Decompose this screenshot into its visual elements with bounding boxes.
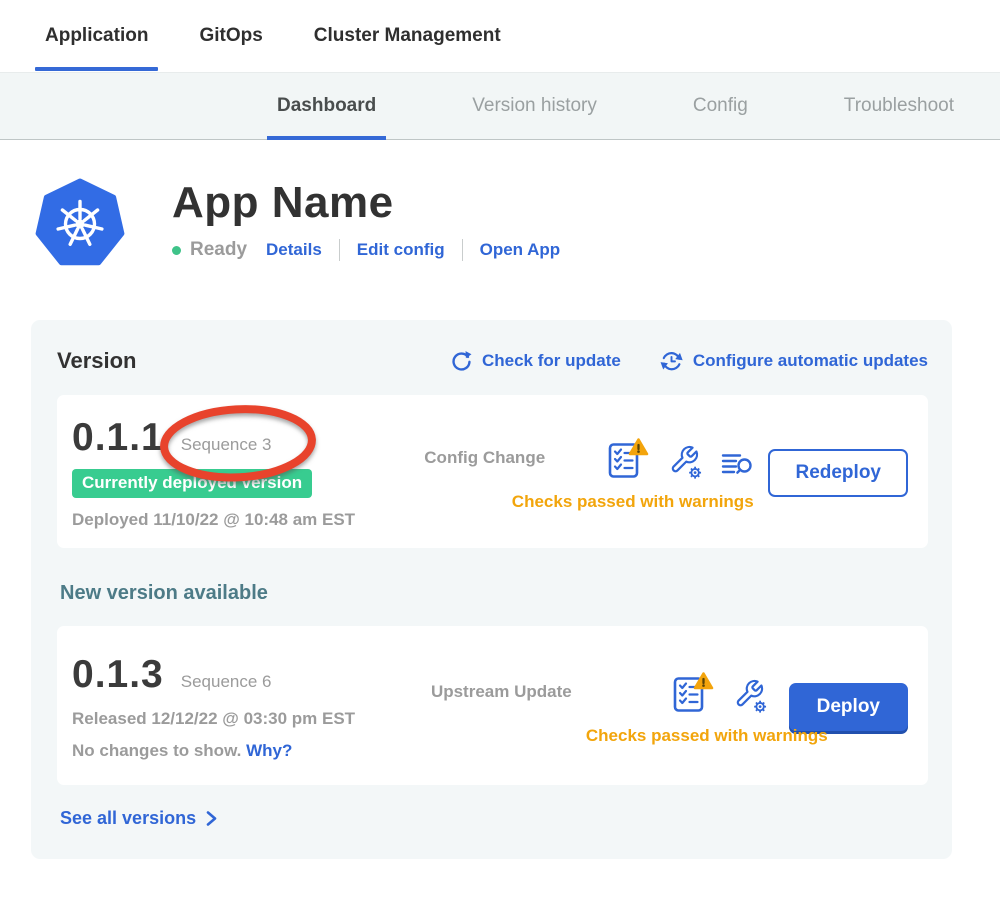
version-source-label: Upstream Update: [431, 682, 572, 702]
edit-config-link[interactable]: Edit config: [357, 240, 445, 260]
current-version-number: 0.1.1: [72, 416, 164, 460]
version-card-header: Version Check for update Configure autom…: [57, 348, 928, 374]
tab-troubleshoot[interactable]: Troubleshoot: [796, 73, 1000, 139]
new-version-status: Upstream Update: [417, 667, 781, 746]
app-status-row: Ready Details Edit config Open App: [172, 239, 560, 261]
new-version-number: 0.1.3: [72, 653, 164, 697]
new-version-info: 0.1.3 Sequence 6 Released 12/12/22 @ 03:…: [72, 653, 417, 761]
app-status: Ready: [190, 239, 247, 261]
see-all-versions-link[interactable]: See all versions: [60, 808, 218, 829]
why-link[interactable]: Why?: [246, 741, 292, 760]
deployed-timestamp: Deployed 11/10/22 @ 10:48 am EST: [72, 510, 417, 530]
checks-status: Checks passed with warnings: [512, 492, 754, 512]
divider: [462, 239, 463, 261]
divider: [339, 239, 340, 261]
version-card-actions: Check for update Configure automatic upd…: [450, 349, 928, 373]
view-diff-icon[interactable]: [721, 452, 753, 479]
edit-config-icon[interactable]: [733, 678, 767, 713]
version-source-label: Config Change: [424, 448, 545, 468]
refresh-icon: [450, 350, 473, 373]
see-all-versions-label: See all versions: [60, 808, 196, 829]
primary-nav: Application GitOps Cluster Management: [0, 0, 1000, 72]
current-version-sequence: Sequence 3: [181, 435, 272, 454]
scheduled-update-clock-icon: [659, 349, 684, 373]
current-version-row: 0.1.1 Sequence 3 Currently deployed vers…: [57, 395, 928, 548]
open-app-link[interactable]: Open App: [480, 240, 561, 260]
currently-deployed-badge: Currently deployed version: [72, 469, 312, 498]
version-card: Version Check for update Configure autom…: [31, 320, 952, 859]
tab-gitops[interactable]: GitOps: [199, 0, 262, 72]
tab-application[interactable]: Application: [45, 0, 148, 72]
new-version-heading: New version available: [60, 582, 928, 605]
new-version-row: 0.1.3 Sequence 6 Released 12/12/22 @ 03:…: [57, 626, 928, 785]
configure-auto-updates-label: Configure automatic updates: [693, 351, 928, 371]
tab-config[interactable]: Config: [645, 73, 796, 139]
no-changes-line: No changes to show. Why?: [72, 741, 417, 761]
new-version-sequence: Sequence 6: [181, 672, 272, 691]
tab-version-history[interactable]: Version history: [424, 73, 645, 139]
status-dot-icon: [172, 246, 181, 255]
current-version-status: Config Change: [417, 433, 760, 512]
checks-status: Checks passed with warnings: [586, 726, 828, 746]
redeploy-button[interactable]: Redeploy: [768, 449, 908, 497]
app-sub-nav: Dashboard Version history Config Trouble…: [0, 72, 1000, 140]
version-card-title: Version: [57, 348, 136, 374]
chevron-right-icon: [205, 810, 218, 827]
preflight-checks-icon[interactable]: [672, 671, 714, 713]
preflight-checks-icon[interactable]: [607, 437, 649, 479]
configure-auto-updates-link[interactable]: Configure automatic updates: [659, 349, 928, 373]
app-header: App Name Ready Details Edit config Open …: [35, 178, 1000, 270]
app-title: App Name: [172, 180, 560, 226]
details-link[interactable]: Details: [266, 240, 322, 260]
check-for-update-label: Check for update: [482, 351, 621, 371]
tab-dashboard[interactable]: Dashboard: [229, 73, 424, 139]
kubernetes-logo: [35, 178, 125, 270]
no-changes-text: No changes to show.: [72, 741, 241, 760]
current-version-info: 0.1.1 Sequence 3 Currently deployed vers…: [72, 416, 417, 530]
released-timestamp: Released 12/12/22 @ 03:30 pm EST: [72, 709, 417, 729]
check-for-update-link[interactable]: Check for update: [450, 350, 621, 373]
deploy-button[interactable]: Deploy: [789, 683, 908, 731]
edit-config-icon[interactable]: [668, 444, 702, 479]
tab-cluster-management[interactable]: Cluster Management: [314, 0, 501, 72]
